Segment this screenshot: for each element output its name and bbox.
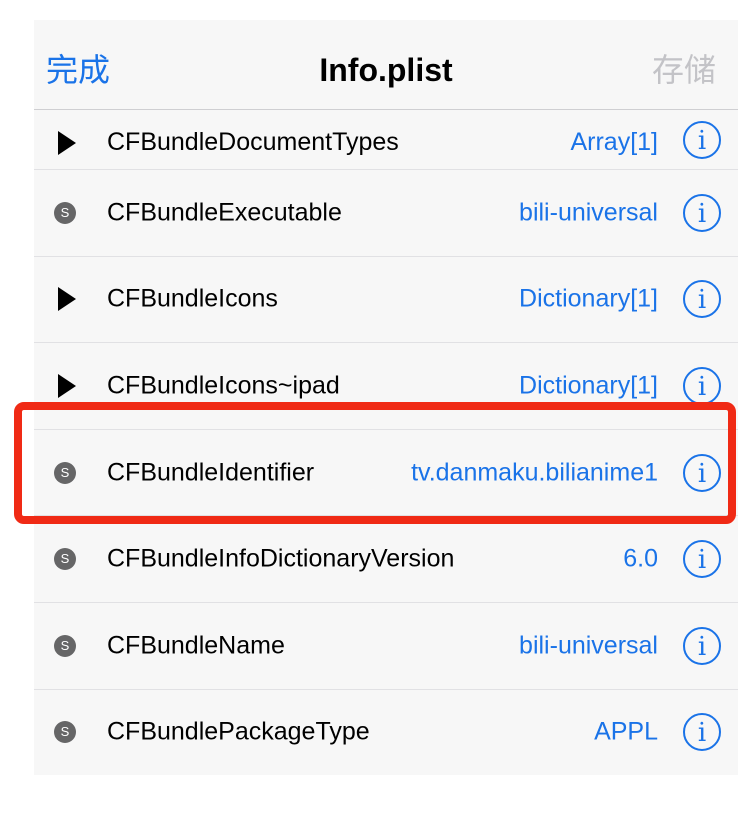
- navigation-bar: 完成 Info.plist 存储: [34, 20, 738, 110]
- row-key: CFBundleIcons~ipad: [107, 371, 340, 400]
- svg-text:i: i: [698, 372, 706, 402]
- info-icon[interactable]: i: [682, 193, 722, 233]
- svg-text:i: i: [698, 459, 706, 489]
- expand-triangle-icon[interactable]: [54, 131, 76, 155]
- svg-text:i: i: [698, 545, 706, 575]
- row-key: CFBundlePackageType: [107, 717, 370, 746]
- svg-text:i: i: [698, 285, 706, 315]
- string-type-icon: S: [54, 201, 76, 224]
- svg-text:i: i: [698, 199, 706, 229]
- info-icon[interactable]: i: [682, 279, 722, 319]
- expand-triangle-icon[interactable]: [54, 373, 76, 398]
- info-icon[interactable]: i: [682, 120, 722, 160]
- row-key: CFBundleIdentifier: [107, 458, 315, 487]
- info-icon[interactable]: i: [682, 453, 722, 493]
- info-icon[interactable]: i: [682, 539, 722, 579]
- row-value[interactable]: Dictionary[1]: [519, 285, 658, 314]
- svg-text:i: i: [698, 718, 706, 748]
- row-value[interactable]: tv.danmaku.bilianime1: [411, 458, 658, 487]
- plist-editor: 完成 Info.plist 存储 CFBundleDocumentTypes A…: [34, 20, 738, 775]
- string-type-icon: S: [54, 634, 76, 657]
- row-value[interactable]: bili-universal: [519, 198, 658, 227]
- svg-text:i: i: [698, 632, 706, 662]
- row-value[interactable]: Array[1]: [570, 128, 658, 157]
- save-button[interactable]: 存储: [652, 50, 716, 90]
- row-key: CFBundleInfoDictionaryVersion: [107, 544, 455, 573]
- row-key: CFBundleName: [107, 631, 285, 660]
- plist-row[interactable]: CFBundleIcons~ipad Dictionary[1] i: [34, 343, 738, 430]
- plist-row[interactable]: S CFBundleName bili-universal i: [34, 603, 738, 690]
- plist-row[interactable]: S CFBundlePackageType APPL i: [34, 690, 738, 775]
- row-value[interactable]: bili-universal: [519, 631, 658, 660]
- plist-row[interactable]: CFBundleDocumentTypes Array[1] i: [34, 110, 738, 170]
- row-key: CFBundleDocumentTypes: [107, 128, 399, 156]
- string-type-icon: S: [54, 548, 76, 571]
- svg-text:i: i: [698, 126, 706, 156]
- info-icon[interactable]: i: [682, 712, 722, 752]
- plist-row[interactable]: S CFBundleInfoDictionaryVersion 6.0 i: [34, 516, 738, 603]
- row-value[interactable]: Dictionary[1]: [519, 371, 658, 400]
- row-key: CFBundleIcons: [107, 284, 278, 313]
- plist-row-bundle-identifier[interactable]: S CFBundleIdentifier tv.danmaku.bilianim…: [34, 430, 738, 517]
- info-icon[interactable]: i: [682, 366, 722, 406]
- page-title: Info.plist: [319, 52, 453, 88]
- plist-row[interactable]: S CFBundleExecutable bili-universal i: [34, 170, 738, 257]
- plist-list: CFBundleDocumentTypes Array[1] i S CFBun…: [34, 110, 738, 775]
- string-type-icon: S: [54, 461, 76, 484]
- row-key: CFBundleExecutable: [107, 198, 342, 227]
- expand-triangle-icon[interactable]: [54, 287, 76, 312]
- info-icon[interactable]: i: [682, 626, 722, 666]
- row-value[interactable]: 6.0: [623, 545, 658, 574]
- row-value[interactable]: APPL: [594, 718, 658, 747]
- string-type-icon: S: [54, 721, 76, 744]
- plist-row[interactable]: CFBundleIcons Dictionary[1] i: [34, 257, 738, 344]
